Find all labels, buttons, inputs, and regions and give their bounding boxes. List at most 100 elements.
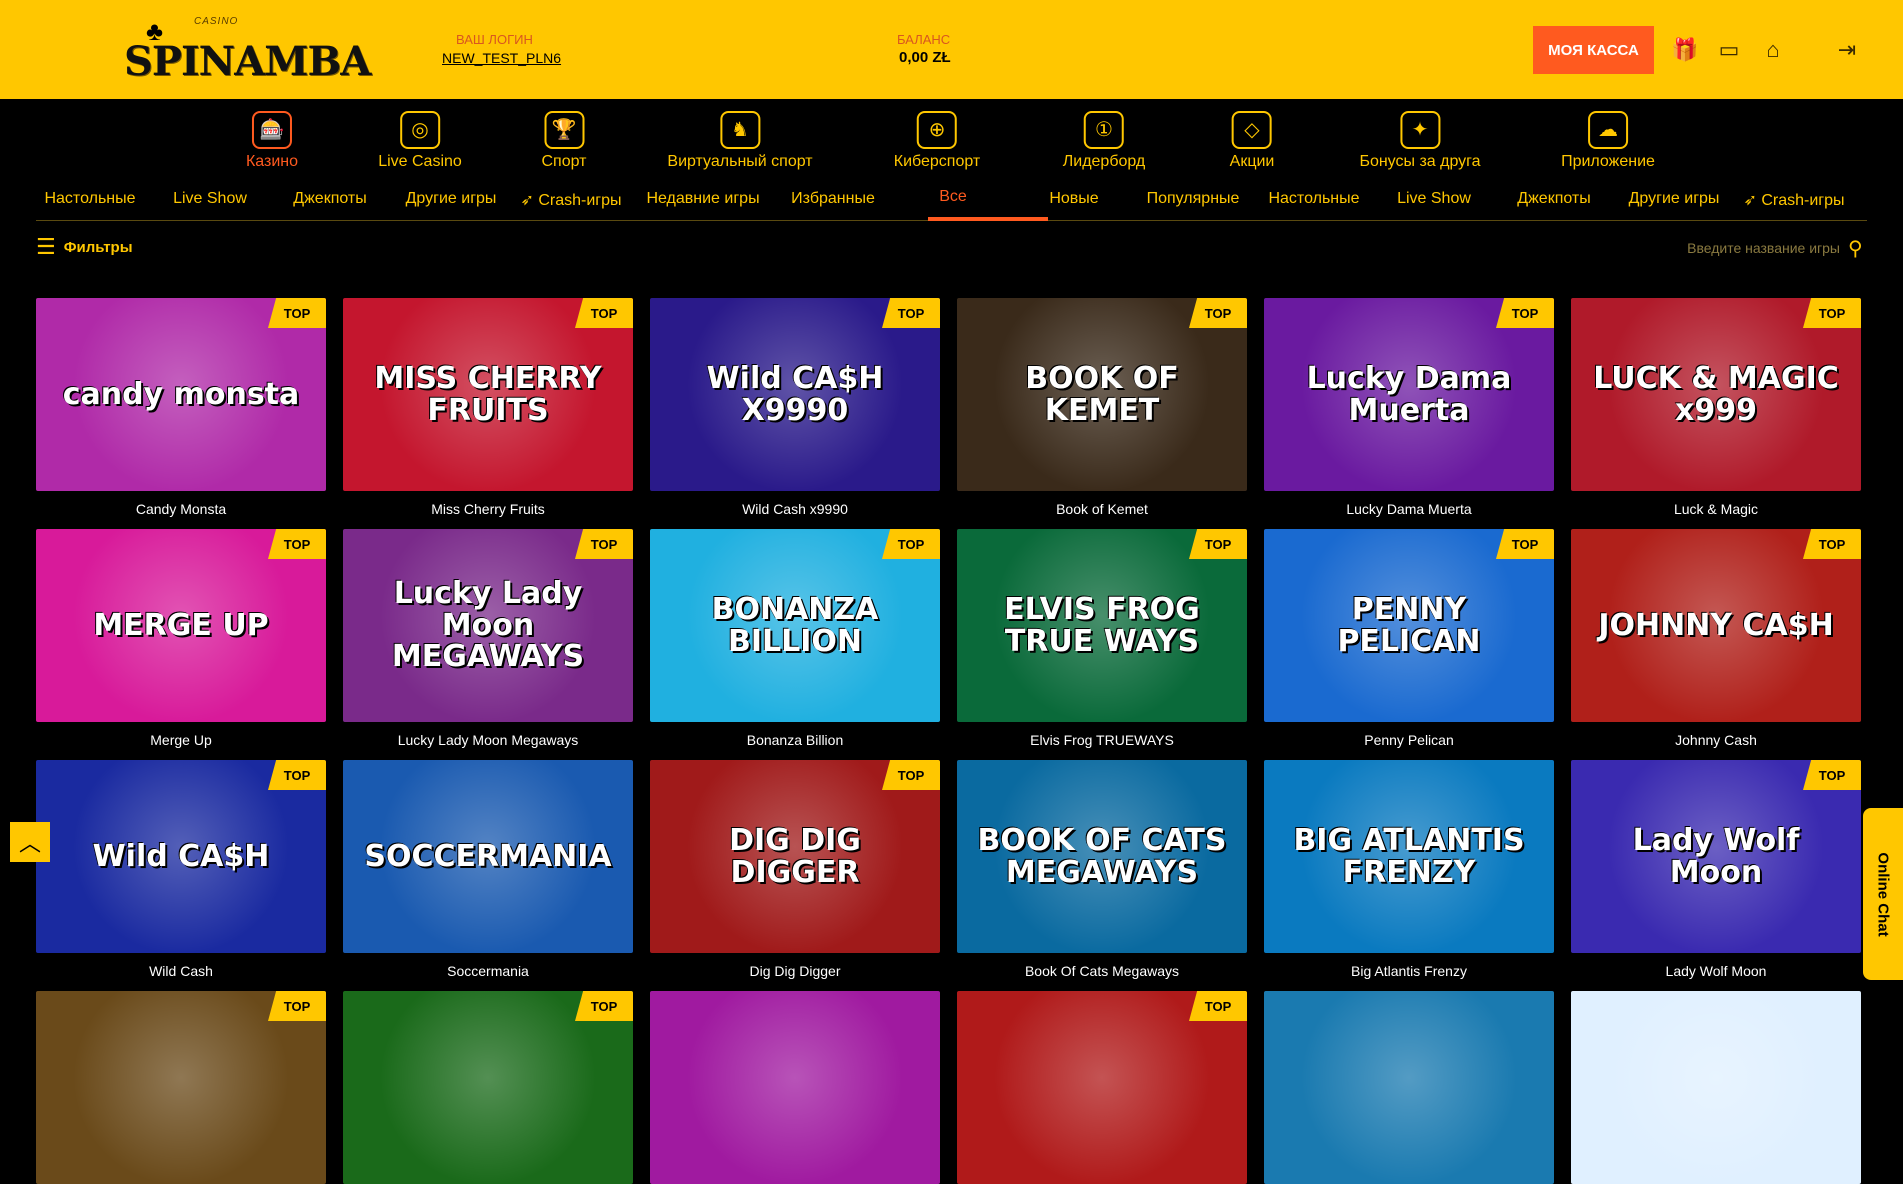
game-thumbnail[interactable]: TOP: [957, 991, 1247, 1184]
game-thumbnail[interactable]: JOHNNY CA$H TOP: [1571, 529, 1861, 722]
card-icon[interactable]: ▭: [1716, 37, 1742, 63]
search-input[interactable]: [1640, 240, 1840, 256]
game-thumbnail[interactable]: TOP: [36, 991, 326, 1184]
game-thumbnail[interactable]: Lucky Dama Muerta TOP: [1264, 298, 1554, 491]
game-thumbnail[interactable]: BOOK OF CATS MEGAWAYS: [957, 760, 1247, 953]
game-card[interactable]: BIG ATLANTIS FRENZY Big Atlantis Frenzy: [1264, 760, 1554, 979]
filters-button[interactable]: ☰ Фильтры: [36, 234, 133, 259]
sub-nav-label: Live Show: [1397, 190, 1471, 207]
game-thumbnail[interactable]: TOP: [343, 991, 633, 1184]
main-nav-item[interactable]: ✦ Бонусы за друга: [1359, 111, 1481, 171]
game-thumbnail[interactable]: Lady Wolf Moon TOP: [1571, 760, 1861, 953]
globe-icon: ⊕: [916, 111, 957, 149]
sub-nav-tab[interactable]: Другие игры: [1629, 190, 1720, 208]
game-thumbnail[interactable]: PENNY PELICAN TOP: [1264, 529, 1554, 722]
game-thumbnail[interactable]: Lucky Lady Moon MEGAWAYS TOP: [343, 529, 633, 722]
main-nav-item[interactable]: ① Лидерборд: [1063, 111, 1145, 171]
game-thumbnail[interactable]: DIG DIG DIGGER TOP: [650, 760, 940, 953]
sub-nav-tab[interactable]: Новые: [1049, 190, 1098, 208]
main-nav-item[interactable]: ☁ Приложение: [1561, 111, 1655, 171]
game-card[interactable]: JOHNNY CA$H TOP Johnny Cash: [1571, 529, 1861, 748]
main-nav-item[interactable]: ◎ Live Casino: [378, 111, 462, 171]
sub-nav-tab[interactable]: ➶ Crash-игры: [520, 190, 621, 210]
game-thumbnail[interactable]: [1264, 991, 1554, 1184]
logout-icon[interactable]: ⇥: [1834, 37, 1860, 63]
login-value[interactable]: NEW_TEST_PLN6: [442, 50, 561, 66]
game-art-title: Wild CA$H X9990: [706, 361, 884, 428]
game-card[interactable]: Lucky Dama Muerta TOP Lucky Dama Muerta: [1264, 298, 1554, 517]
cash-button[interactable]: МОЯ КАССА: [1533, 26, 1654, 74]
game-card[interactable]: SOCCERMANIA Soccermania: [343, 760, 633, 979]
spinamba-logo[interactable]: ♣ CASINO SPINAMBA: [120, 14, 371, 86]
sub-nav-tab[interactable]: Все: [939, 188, 967, 206]
main-nav: 🎰 Казино ◎ Live Casino 🏆 Спорт ♞ Виртуальный сп…: [0, 99, 1903, 177]
top-badge: TOP: [1189, 991, 1247, 1021]
game-thumbnail[interactable]: ELVIS FROG TRUE WAYS TOP: [957, 529, 1247, 722]
main-nav-item[interactable]: ◇ Акции: [1230, 111, 1274, 171]
main-nav-item[interactable]: ⊕ Киберспорт: [894, 111, 980, 171]
game-card[interactable]: TOP: [36, 991, 326, 1184]
game-thumbnail[interactable]: MISS CHERRY FRUITS TOP: [343, 298, 633, 491]
game-card[interactable]: ELVIS FROG TRUE WAYS TOP Elvis Frog TRUEWA…: [957, 529, 1247, 748]
sub-nav-tab[interactable]: Настольные: [44, 190, 135, 208]
game-card[interactable]: LUCK & MAGIC x999 TOP Luck & Magic: [1571, 298, 1861, 517]
game-card[interactable]: BOOK OF CATS MEGAWAYS Book Of Cats Megawa…: [957, 760, 1247, 979]
game-name: Bonanza Billion: [746, 732, 844, 748]
sub-nav-tab[interactable]: Джекпоты: [293, 190, 366, 208]
scroll-to-top-button[interactable]: ︿: [10, 822, 50, 862]
game-card[interactable]: Lucky Lady Moon MEGAWAYS TOP Lucky Lady Mo…: [343, 529, 633, 748]
game-thumbnail[interactable]: Wild CA$H TOP: [36, 760, 326, 953]
top-badge: TOP: [575, 529, 633, 559]
game-card[interactable]: MERGE UP TOP Merge Up: [36, 529, 326, 748]
sub-nav-tab[interactable]: Популярные: [1147, 190, 1240, 208]
game-card[interactable]: [1264, 991, 1554, 1184]
game-card[interactable]: MISS CHERRY FRUITS TOP Miss Cherry Fruits: [343, 298, 633, 517]
main-nav-item[interactable]: 🏆 Спорт: [542, 111, 587, 171]
top-badge: TOP: [1189, 298, 1247, 328]
main-nav-label: Киберспорт: [893, 153, 981, 170]
game-thumbnail[interactable]: [650, 991, 940, 1184]
sub-nav-tab[interactable]: Избранные: [791, 190, 875, 208]
game-card[interactable]: Lady Wolf Moon TOP Lady Wolf Moon: [1571, 760, 1861, 979]
game-thumbnail[interactable]: Wild CA$H X9990 TOP: [650, 298, 940, 491]
game-thumbnail[interactable]: SOCCERMANIA: [343, 760, 633, 953]
sub-nav-tab[interactable]: Настольные: [1268, 190, 1359, 208]
sub-nav-tab[interactable]: Джекпоты: [1517, 190, 1590, 208]
game-thumbnail[interactable]: candy monsta TOP: [36, 298, 326, 491]
sub-nav-tab[interactable]: Live Show: [173, 190, 247, 208]
sub-nav-tab[interactable]: Недавние игры: [646, 190, 759, 208]
game-thumbnail[interactable]: BIG ATLANTIS FRENZY: [1264, 760, 1554, 953]
main-nav-label: Live Casino: [378, 153, 462, 170]
top-badge: TOP: [268, 760, 326, 790]
sub-nav: Настольные Live Show Джекпоты Другие игры ➶ …: [36, 183, 1867, 221]
gift-icon[interactable]: 🎁: [1671, 37, 1698, 63]
game-thumbnail[interactable]: [1571, 991, 1861, 1184]
shop-icon[interactable]: ⌂: [1760, 37, 1786, 63]
online-chat-tab[interactable]: Online Chat: [1863, 808, 1903, 980]
game-thumbnail[interactable]: MERGE UP TOP: [36, 529, 326, 722]
game-card[interactable]: [650, 991, 940, 1184]
game-thumbnail[interactable]: BONANZA BILLION TOP: [650, 529, 940, 722]
game-card[interactable]: BOOK OF KEMET TOP Book of Kemet: [957, 298, 1247, 517]
main-nav-item[interactable]: 🎰 Казино: [246, 111, 298, 171]
game-name: Dig Dig Digger: [749, 963, 841, 979]
game-card[interactable]: candy monsta TOP Candy Monsta: [36, 298, 326, 517]
leaderboard-icon: ①: [1084, 111, 1124, 149]
game-card[interactable]: Wild CA$H TOP Wild Cash: [36, 760, 326, 979]
game-card[interactable]: Wild CA$H X9990 TOP Wild Cash x9990: [650, 298, 940, 517]
game-card[interactable]: BONANZA BILLION TOP Bonanza Billion: [650, 529, 940, 748]
sub-nav-tab[interactable]: Live Show: [1397, 190, 1471, 208]
sub-nav-tab[interactable]: ➶ Crash-игры: [1743, 190, 1844, 210]
game-card[interactable]: PENNY PELICAN TOP Penny Pelican: [1264, 529, 1554, 748]
game-card[interactable]: TOP: [343, 991, 633, 1184]
game-name: Candy Monsta: [135, 501, 227, 517]
sub-nav-tab[interactable]: Другие игры: [406, 190, 497, 208]
game-thumbnail[interactable]: LUCK & MAGIC x999 TOP: [1571, 298, 1861, 491]
game-thumbnail[interactable]: BOOK OF KEMET TOP: [957, 298, 1247, 491]
trophy-icon: 🏆: [544, 111, 584, 149]
game-card[interactable]: TOP: [957, 991, 1247, 1184]
game-card[interactable]: [1571, 991, 1861, 1184]
search-icon[interactable]: ⚲: [1848, 236, 1863, 261]
game-card[interactable]: DIG DIG DIGGER TOP Dig Dig Digger: [650, 760, 940, 979]
main-nav-item[interactable]: ♞ Виртуальный спорт: [667, 111, 813, 171]
